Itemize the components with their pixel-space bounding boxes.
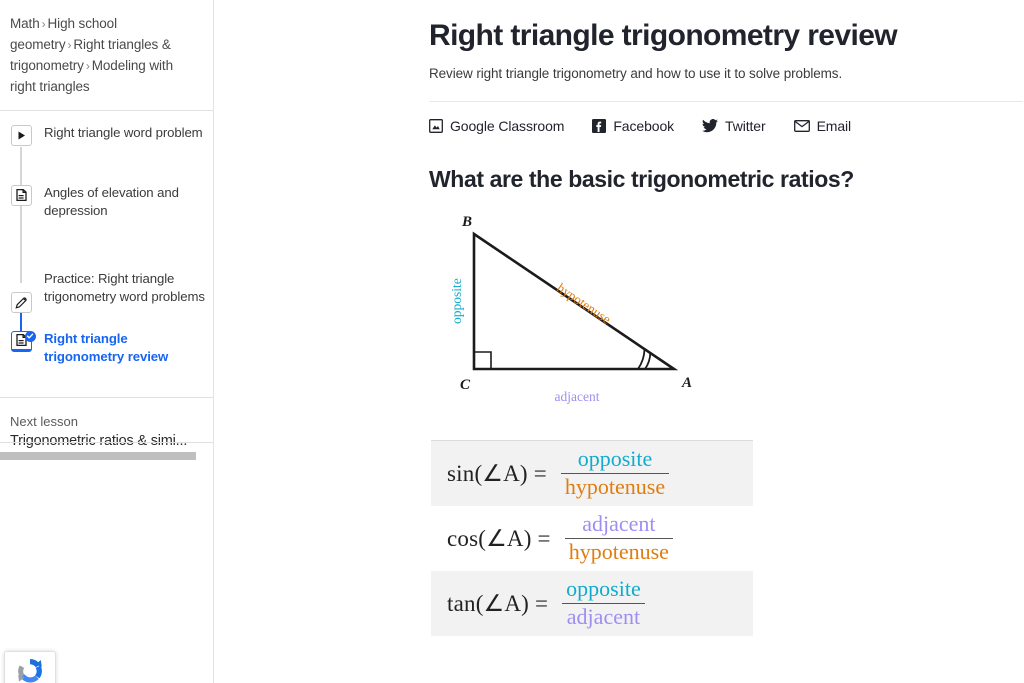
- page-title: Right triangle trigonometry review: [429, 19, 898, 52]
- vertex-label-C: C: [460, 377, 471, 393]
- google-classroom-icon: [429, 119, 443, 133]
- sidebar-item-label: Right triangle word problem: [44, 124, 203, 140]
- facebook-icon: [592, 119, 607, 133]
- formula-fraction: opposite adjacent: [562, 577, 645, 629]
- share-label: Google Classroom: [450, 118, 565, 134]
- fraction-numerator: opposite: [566, 576, 641, 602]
- formula-fraction: adjacent hypotenuse: [564, 511, 673, 564]
- formula-function-label: tan(∠A) =: [447, 590, 549, 616]
- icon-column: [0, 304, 42, 352]
- formula-function-label: sin(∠A) =: [447, 460, 547, 486]
- share-label: Twitter: [725, 118, 766, 134]
- sidebar-item-angles-of-elevation-and-depression[interactable]: Angles of elevation and depression: [0, 170, 213, 267]
- table-row: cos(∠A) = adjacent hypotenuse: [431, 506, 753, 571]
- fraction-denominator: hypotenuse: [564, 474, 666, 499]
- fraction-numerator: opposite: [577, 446, 653, 472]
- play-icon: [10, 124, 32, 146]
- vertex-label-A: A: [681, 375, 692, 391]
- side-label-opposite: opposite: [449, 278, 464, 324]
- page-root: Math › High school geometry › Right triangle…: [0, 0, 1024, 683]
- fraction-denominator: adjacent: [566, 604, 641, 629]
- sidebar-item-practice-right-triangle-trigonometry-word-problems[interactable]: Practice: Right triangle trigonometry wo…: [0, 242, 213, 343]
- trig-ratio-table: sin(∠A) = opposite hypotenuse cos(∠A) = …: [431, 440, 753, 636]
- timeline-connector: [20, 242, 22, 283]
- twitter-icon: [702, 119, 719, 133]
- share-label: Email: [816, 118, 852, 134]
- sidebar-item-right-triangle-trigonometry-review[interactable]: Right triangle trigonometry review: [0, 304, 213, 387]
- recaptcha-badge[interactable]: [4, 651, 56, 683]
- sidebar-item-label: Practice: Right triangle trigonometry wo…: [44, 270, 205, 304]
- vertex-label-B: B: [461, 214, 472, 230]
- share-label: Facebook: [613, 118, 675, 134]
- page-subtitle: Review right triangle trigonometry and h…: [429, 66, 843, 81]
- icon-column: [0, 170, 42, 267]
- side-label-adjacent: adjacent: [555, 389, 600, 404]
- share-twitter-button[interactable]: Twitter: [702, 118, 766, 134]
- icon-column: [0, 121, 42, 199]
- breadcrumb-item-math[interactable]: Math: [10, 16, 40, 31]
- fraction-numerator: adjacent: [582, 511, 656, 537]
- article-main: Right triangle trigonometry review Revie…: [214, 0, 1024, 683]
- recaptcha-icon: [18, 659, 42, 683]
- sidebar-item-label: Right triangle trigonometry review: [44, 330, 169, 364]
- section-heading: What are the basic trigonometric ratios?: [429, 166, 854, 192]
- table-row: tan(∠A) = opposite adjacent: [431, 571, 753, 636]
- sidebar-item-label: Angles of elevation and depression: [44, 184, 179, 218]
- article-icon: [10, 184, 32, 206]
- formula-fraction: opposite hypotenuse: [560, 446, 670, 499]
- breadcrumb-separator: ›: [41, 17, 46, 31]
- fraction-denominator: hypotenuse: [568, 539, 669, 564]
- breadcrumb: Math › High school geometry › Right triangle…: [0, 0, 213, 108]
- article-icon: [10, 330, 36, 352]
- email-icon: [793, 120, 810, 132]
- share-google-classroom-button[interactable]: Google Classroom: [429, 118, 564, 134]
- share-facebook-button[interactable]: Facebook: [592, 118, 674, 134]
- sidebar-bottom-divider: [0, 442, 213, 443]
- table-row: sin(∠A) = opposite hypotenuse: [431, 441, 753, 506]
- right-triangle-diagram: B C A opposite hypotenuse adjacent: [429, 209, 1024, 414]
- share-email-button[interactable]: Email: [793, 118, 852, 134]
- pencil-icon: [10, 292, 32, 314]
- lesson-list: Right triangle word problem Angles of el…: [0, 111, 213, 387]
- breadcrumb-separator: ›: [85, 58, 90, 73]
- completed-check-icon: [24, 330, 36, 342]
- side-label-hypotenuse: hypotenuse: [554, 280, 613, 327]
- horizontal-scrollbar-thumb[interactable]: [0, 452, 196, 460]
- lesson-sidebar: Math › High school geometry › Right triangle…: [0, 0, 214, 683]
- share-row: Google Classroom Facebook Twitter Email: [429, 118, 1024, 134]
- sidebar-item-right-triangle-word-problem[interactable]: Right triangle word problem: [0, 121, 213, 199]
- next-lesson-label: Next lesson: [10, 413, 78, 429]
- formula-function-label: cos(∠A) =: [447, 525, 551, 551]
- header-divider: [429, 101, 1023, 102]
